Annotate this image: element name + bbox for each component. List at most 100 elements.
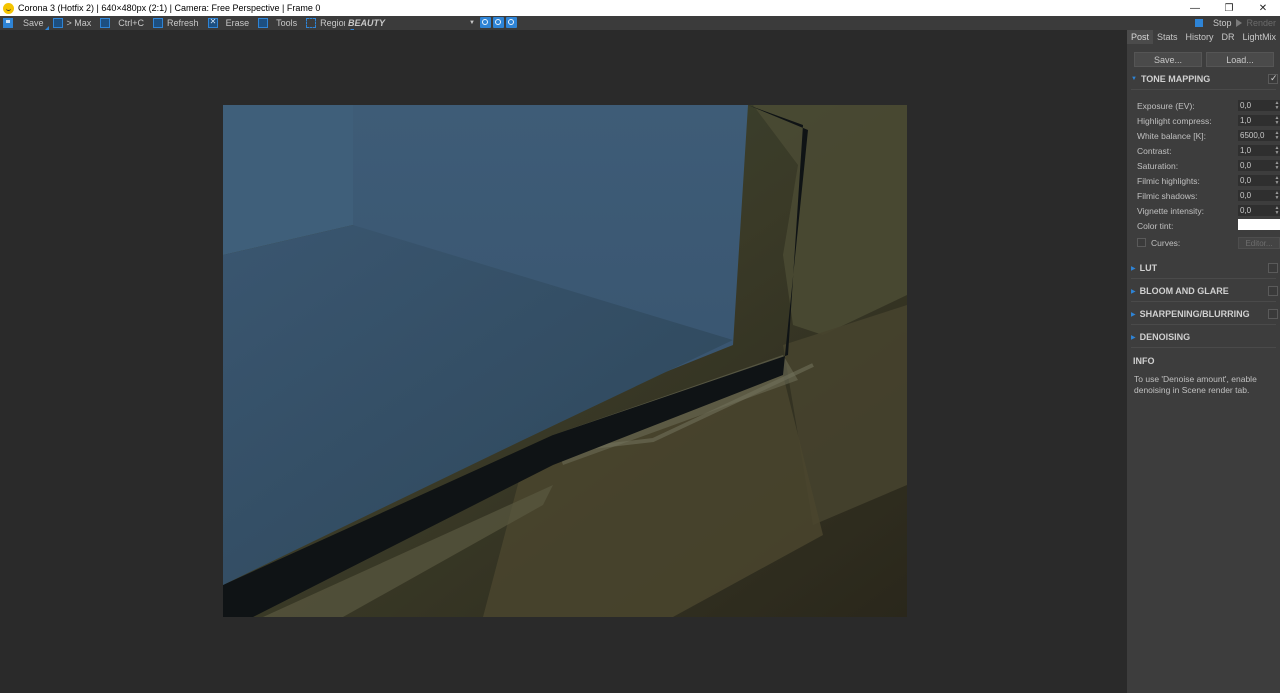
section-divider [1131,278,1276,279]
filmic-highlights-value: 0,0 [1240,176,1252,185]
save-preset-button[interactable]: Save... [1134,52,1202,67]
highlight-compress-spinner[interactable]: 1,0 ▲ ▼ [1238,115,1280,126]
close-button[interactable]: ✕ [1246,0,1280,16]
maximize-button[interactable]: ❐ [1212,0,1246,16]
tone-mapping-controls: Exposure (EV): 0,0 ▲ ▼ Highlight compress:… [1127,90,1280,250]
max-icon [52,18,63,28]
denoising-header[interactable]: ▶ DENOISING [1127,330,1280,344]
color-tint-label: Color tint: [1137,220,1174,231]
tab-history[interactable]: History [1182,30,1218,44]
render-preview-svg [223,105,907,617]
stop-icon[interactable] [1194,19,1203,27]
exposure-row: Exposure (EV): 0,0 ▲ ▼ [1137,98,1280,113]
zoom-out-icon[interactable] [493,17,504,28]
render-button[interactable]: Render [1246,18,1276,28]
exposure-value: 0,0 [1240,101,1252,110]
white-balance-spinner[interactable]: 6500,0 ▲ ▼ [1238,130,1280,141]
contrast-value: 1,0 [1240,146,1252,155]
expand-triangle-icon: ▶ [1131,311,1136,318]
tab-dr[interactable]: DR [1218,30,1239,44]
expand-triangle-icon: ▶ [1131,288,1136,295]
expand-triangle-icon: ▶ [1131,334,1136,341]
region-icon [306,18,317,28]
color-tint-row: Color tint: [1137,218,1280,233]
curves-editor-button[interactable]: Editor... [1238,237,1280,249]
highlight-compress-row: Highlight compress: 1,0 ▲ ▼ [1137,113,1280,128]
lut-header[interactable]: ▶ LUT [1127,261,1280,275]
curves-checkbox[interactable] [1137,238,1146,247]
erase-button[interactable]: Erase [205,16,250,30]
corona-logo-icon [3,2,14,14]
filmic-shadows-row: Filmic shadows: 0,0 ▲ ▼ [1137,188,1280,203]
sharpening-header[interactable]: ▶ SHARPENING/BLURRING [1127,307,1280,321]
spinner-arrows-icon[interactable]: ▲ ▼ [1274,145,1280,156]
vignette-value: 0,0 [1240,206,1252,215]
tone-mapping-header[interactable]: ▼ TONE MAPPING [1127,72,1280,86]
render-controls: Stop Render [1194,16,1280,30]
color-tint-swatch[interactable] [1238,219,1280,230]
bloom-glare-checkbox[interactable] [1268,286,1278,296]
erase-icon [207,17,218,28]
denoising-title: DENOISING [1139,332,1191,342]
saturation-spinner[interactable]: 0,0 ▲ ▼ [1238,160,1280,171]
contrast-spinner[interactable]: 1,0 ▲ ▼ [1238,145,1280,156]
tab-post[interactable]: Post [1127,30,1154,44]
saturation-label: Saturation: [1137,160,1179,171]
save-icon [3,18,13,28]
minimize-button[interactable]: — [1178,0,1212,16]
sharpening-title: SHARPENING/BLURRING [1139,309,1250,319]
section-divider [1131,324,1276,325]
render-element-select[interactable]: BEAUTY ▼ [345,17,478,29]
zoom-in-icon[interactable] [480,17,491,28]
bloom-glare-header[interactable]: ▶ BLOOM AND GLARE [1127,284,1280,298]
spinner-arrows-icon[interactable]: ▲ ▼ [1274,190,1280,201]
post-panel: Post Stats History DR LightMix Save... L… [1127,30,1280,693]
contrast-row: Contrast: 1,0 ▲ ▼ [1137,143,1280,158]
filmic-shadows-spinner[interactable]: 0,0 ▲ ▼ [1238,190,1280,201]
vignette-row: Vignette intensity: 0,0 ▲ ▼ [1137,203,1280,218]
render-play-icon[interactable] [1236,19,1243,27]
max-button[interactable]: > Max [50,16,91,30]
highlight-compress-value: 1,0 [1240,116,1252,125]
tone-mapping-checkbox[interactable] [1268,73,1278,84]
save-button[interactable]: Save [0,16,49,30]
bloom-glare-title: BLOOM AND GLARE [1139,286,1229,296]
spinner-arrows-icon[interactable]: ▲ ▼ [1274,205,1280,216]
spinner-arrows-icon[interactable]: ▲ ▼ [1274,115,1280,126]
tab-lightmix[interactable]: LightMix [1239,30,1280,44]
sharpening-checkbox[interactable] [1268,309,1278,319]
spinner-arrows-icon[interactable]: ▲ ▼ [1274,160,1280,171]
tab-stats[interactable]: Stats [1153,30,1182,44]
spinner-arrows-icon[interactable]: ▲ ▼ [1274,100,1280,111]
filmic-highlights-label: Filmic highlights: [1137,175,1200,186]
curves-row: Curves: Editor... [1137,235,1280,250]
vignette-spinner[interactable]: 0,0 ▲ ▼ [1238,205,1280,216]
filmic-highlights-spinner[interactable]: 0,0 ▲ ▼ [1238,175,1280,186]
exposure-spinner[interactable]: 0,0 ▲ ▼ [1238,100,1280,111]
panel-tabs: Post Stats History DR LightMix [1127,30,1280,44]
tone-mapping-title: TONE MAPPING [1140,74,1211,84]
info-header: INFO [1133,356,1155,366]
spinner-arrows-icon[interactable]: ▲ ▼ [1274,175,1280,186]
saturation-value: 0,0 [1240,161,1252,170]
chevron-down-icon: ▼ [469,20,475,26]
tools-button[interactable]: Tools [255,16,297,30]
toolbar: Save > Max Ctrl+C Refresh Erase Tools Re… [0,16,1280,30]
region-button[interactable]: Region [303,16,354,30]
tools-label: Tools [276,18,298,28]
title-bar: Corona 3 (Hotfix 2) | 640×480px (2:1) | … [0,0,1280,16]
contrast-label: Contrast: [1137,145,1172,156]
lut-checkbox[interactable] [1268,263,1278,273]
render-viewport[interactable] [0,30,1127,693]
lut-title: LUT [1139,263,1158,273]
erase-label: Erase [225,18,250,28]
copy-button[interactable]: Ctrl+C [97,16,144,30]
spinner-arrows-icon[interactable]: ▲ ▼ [1274,130,1280,141]
load-preset-button[interactable]: Load... [1206,52,1274,67]
vignette-label: Vignette intensity: [1137,205,1204,216]
stop-button[interactable]: Stop [1213,18,1232,28]
filmic-shadows-label: Filmic shadows: [1137,190,1198,201]
refresh-button[interactable]: Refresh [150,16,199,30]
section-divider [1131,347,1276,348]
zoom-fit-icon[interactable] [506,17,517,28]
